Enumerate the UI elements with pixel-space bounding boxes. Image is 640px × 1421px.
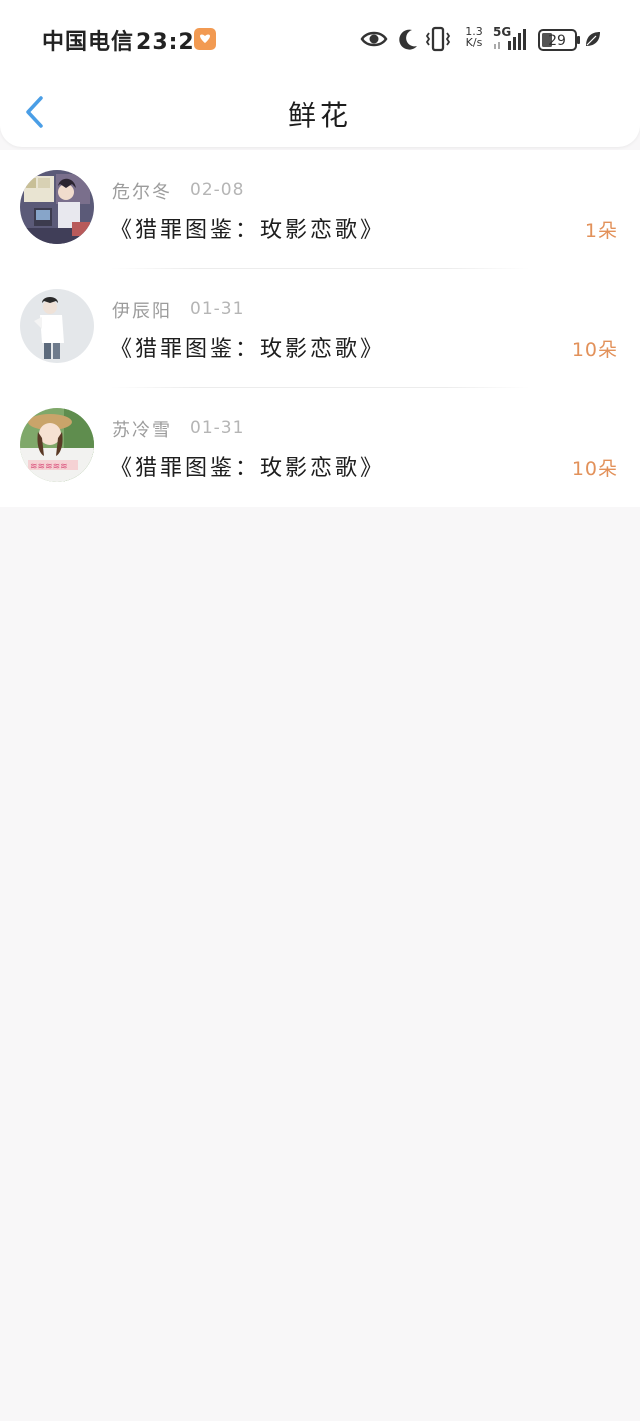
carrier-name: 中国电信 bbox=[42, 30, 135, 55]
user-name[interactable]: 苏冷雪 bbox=[112, 416, 172, 442]
speed-unit: K/s bbox=[465, 36, 483, 49]
carrier-time: 中国电信23:25 bbox=[42, 24, 211, 56]
post-date: 01-31 bbox=[190, 299, 245, 319]
user-name[interactable]: 伊辰阳 bbox=[112, 297, 172, 323]
status-bar: 中国电信23:25 1.3 K/s 5G 29 bbox=[0, 0, 640, 78]
post-date: 01-31 bbox=[190, 418, 245, 438]
post-title[interactable]: 《猎罪图鉴：玫影恋歌》 bbox=[110, 331, 385, 363]
avatar[interactable] bbox=[20, 289, 94, 363]
flower-count: 10朵 bbox=[571, 458, 618, 480]
nav-bar: 鲜花 bbox=[0, 78, 640, 147]
leaf-icon bbox=[584, 30, 602, 60]
user-name[interactable]: 危尔冬 bbox=[112, 178, 172, 204]
flower-list: 危尔冬 02-08 《猎罪图鉴：玫影恋歌》 1朵 伊辰阳 01-31 《猎罪图鉴… bbox=[0, 150, 640, 507]
svg-text:≋≋≋≋≋: ≋≋≋≋≋ bbox=[30, 462, 68, 472]
eye-icon bbox=[360, 24, 388, 54]
avatar[interactable] bbox=[20, 170, 94, 244]
battery-level: 29 bbox=[548, 33, 566, 49]
app-badge-icon bbox=[194, 28, 216, 50]
flower-count: 10朵 bbox=[571, 339, 618, 361]
flower-count: 1朵 bbox=[584, 220, 618, 242]
list-item[interactable]: ≋≋≋≋≋ 苏冷雪 01-31 《猎罪图鉴：玫影恋歌》 10朵 bbox=[0, 388, 640, 507]
moon-icon bbox=[396, 24, 420, 54]
network-speed: 1.3 K/s bbox=[462, 26, 486, 56]
header: 中国电信23:25 1.3 K/s 5G 29 鲜花 bbox=[0, 0, 640, 147]
post-date: 02-08 bbox=[190, 180, 245, 200]
post-title[interactable]: 《猎罪图鉴：玫影恋歌》 bbox=[110, 212, 385, 244]
network-type: 5G bbox=[493, 25, 511, 39]
list-item[interactable]: 危尔冬 02-08 《猎罪图鉴：玫影恋歌》 1朵 bbox=[0, 150, 640, 269]
signal-icon: 5G bbox=[492, 24, 532, 54]
page-title: 鲜花 bbox=[287, 99, 352, 132]
post-title[interactable]: 《猎罪图鉴：玫影恋歌》 bbox=[110, 450, 385, 482]
vibrate-icon bbox=[424, 24, 452, 54]
battery-icon: 29 bbox=[538, 28, 582, 58]
list-item[interactable]: 伊辰阳 01-31 《猎罪图鉴：玫影恋歌》 10朵 bbox=[0, 269, 640, 388]
page: 中国电信23:25 1.3 K/s 5G 29 鲜花 危尔冬 02-08 《猎罪… bbox=[0, 0, 640, 1421]
avatar[interactable]: ≋≋≋≋≋ bbox=[20, 408, 94, 482]
